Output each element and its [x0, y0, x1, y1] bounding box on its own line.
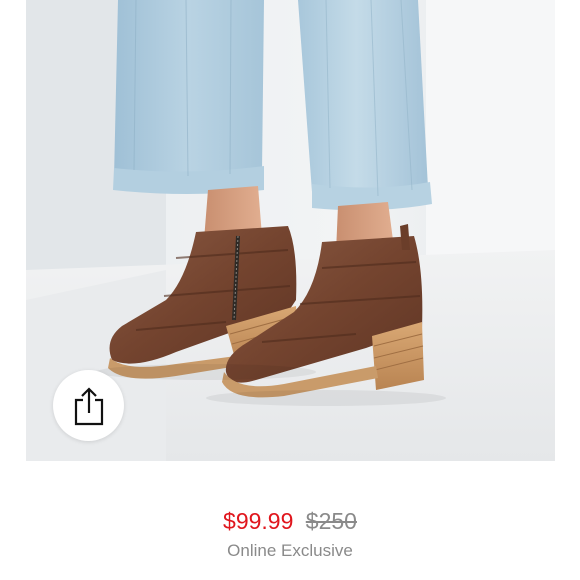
original-price: $250	[305, 508, 357, 534]
online-exclusive-label: Online Exclusive	[227, 541, 353, 560]
product-listing: $99.99 $250 Online Exclusive	[0, 0, 580, 580]
share-button[interactable]	[53, 370, 124, 441]
share-icon	[74, 386, 103, 425]
sale-price: $99.99	[223, 508, 294, 534]
price-row: $99.99 $250	[0, 506, 580, 536]
